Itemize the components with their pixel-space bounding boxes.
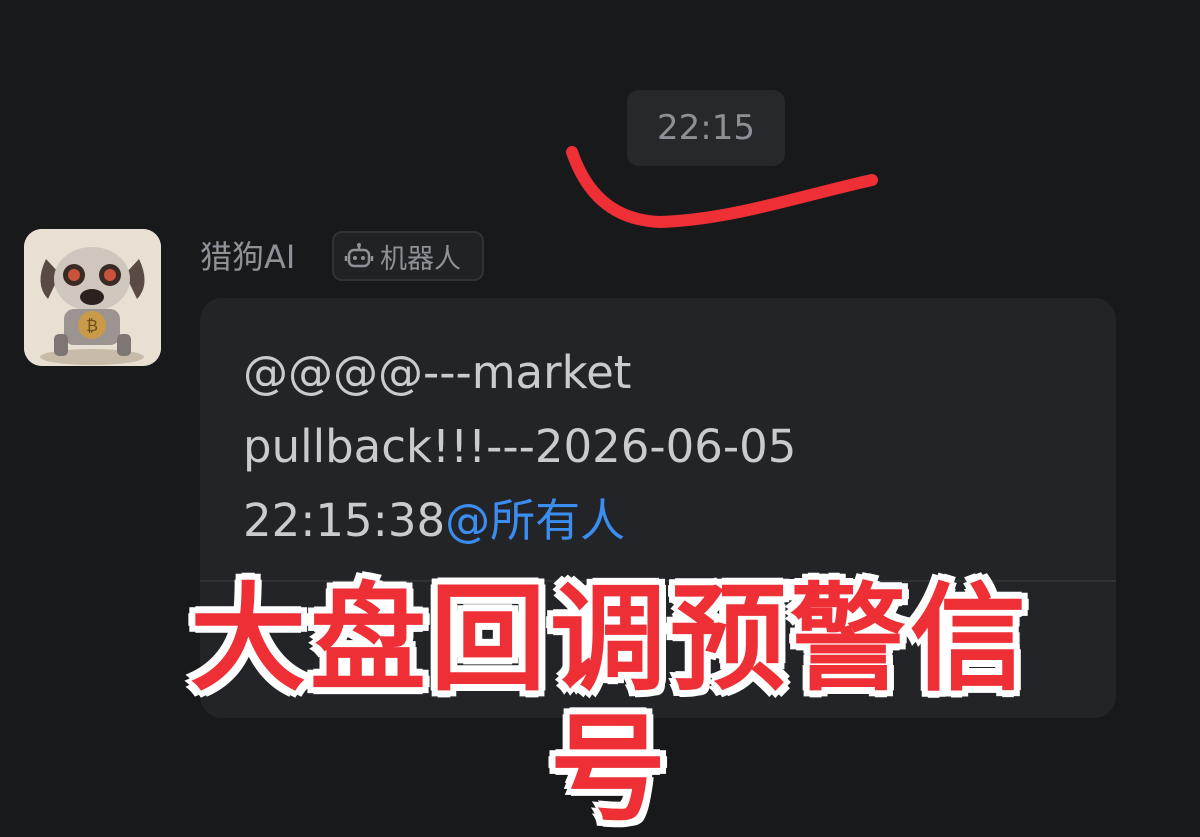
message-line-3: 22:15:38@所有人: [243, 484, 1043, 558]
message-line-2: pullback!!!---2026-06-05: [243, 420, 797, 473]
message-line-1: @@@@---market: [243, 346, 632, 399]
svg-text:₿: ₿: [86, 316, 98, 335]
time-separator: 22:15: [627, 90, 785, 166]
sender-name: 猎狗AI: [200, 238, 296, 276]
overlay-caption: 大盘回调预警信号: [190, 572, 1030, 837]
bot-badge: 机器人: [332, 231, 484, 281]
message-time: 22:15:38: [243, 494, 446, 547]
robot-icon: [344, 243, 374, 268]
bot-badge-label: 机器人: [380, 243, 461, 275]
avatar[interactable]: ₿: [24, 229, 161, 366]
message-text: @@@@---market pullback!!!---2026-06-05 2…: [243, 336, 1043, 558]
mention-all-link[interactable]: @所有人: [445, 494, 625, 547]
robot-dog-avatar-icon: ₿: [24, 229, 161, 366]
